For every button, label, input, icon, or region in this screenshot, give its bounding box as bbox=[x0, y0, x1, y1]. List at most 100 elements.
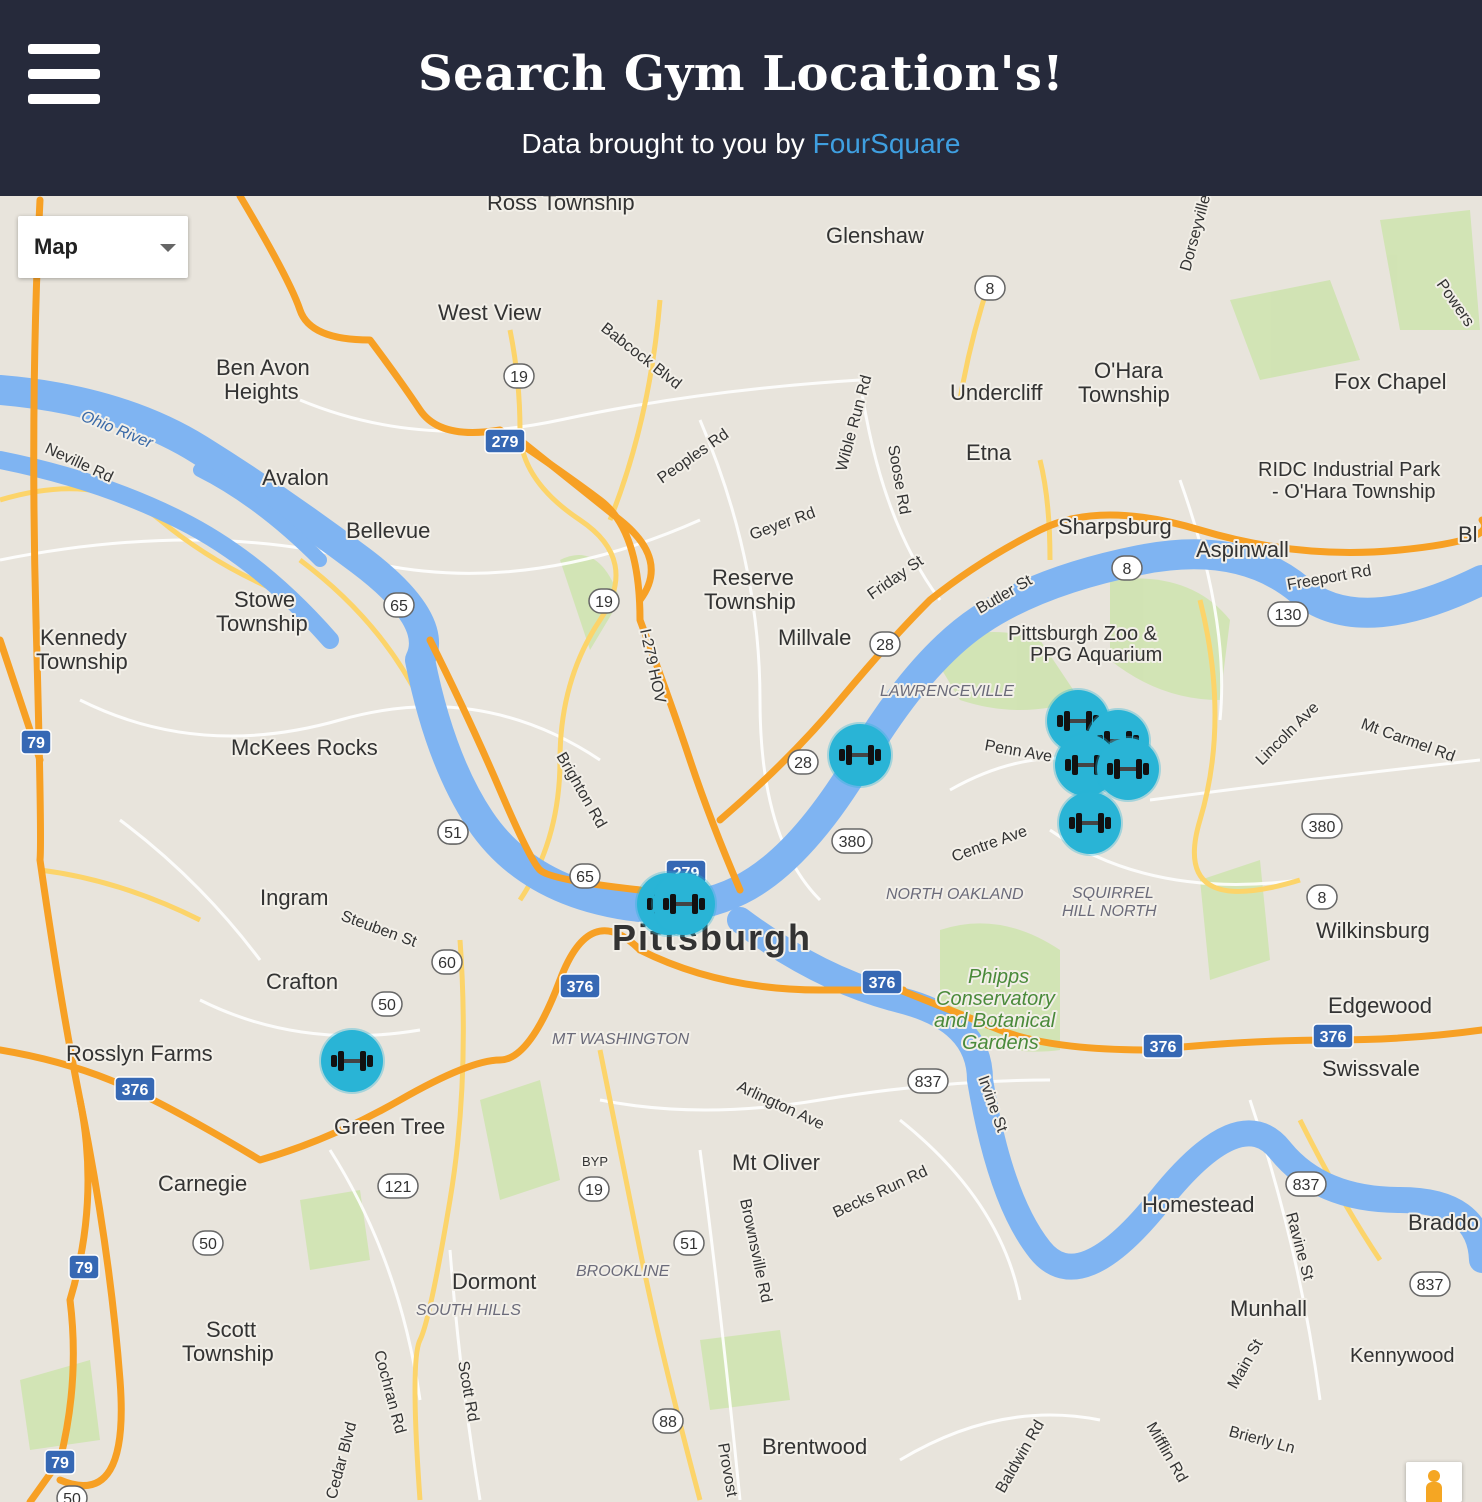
pegman-icon[interactable] bbox=[1406, 1462, 1462, 1502]
route-shield: 19 bbox=[578, 1176, 610, 1202]
map-label: SOUTH HILLS bbox=[416, 1302, 521, 1319]
map-label: Pittsburgh Zoo & bbox=[1008, 623, 1158, 645]
map-label: Munhall bbox=[1230, 1296, 1307, 1321]
street-label: Brierly Ln bbox=[1227, 1423, 1297, 1457]
map-label: Wilkinsburg bbox=[1316, 918, 1430, 943]
map-label: Ross Township bbox=[487, 196, 635, 215]
street-label: Cochran Rd bbox=[370, 1349, 409, 1436]
map-label: Township bbox=[216, 611, 308, 636]
map-label: Conservatory bbox=[936, 988, 1056, 1010]
map-label: Crafton bbox=[266, 969, 338, 994]
route-shield: 19 bbox=[503, 363, 535, 389]
route-shield: 51 bbox=[673, 1230, 705, 1256]
map-label: Bl bbox=[1458, 522, 1478, 547]
map-label: Edgewood bbox=[1328, 993, 1432, 1018]
route-shield: 8 bbox=[974, 275, 1006, 301]
map-label: LAWRENCEVILLE bbox=[880, 683, 1014, 700]
map-label: HILL NORTH bbox=[1062, 903, 1157, 920]
street-label: Scott Rd bbox=[454, 1360, 481, 1423]
street-label: Geyer Rd bbox=[748, 504, 818, 543]
map-label: Green Tree bbox=[334, 1114, 445, 1139]
map-label: Homestead bbox=[1142, 1192, 1255, 1217]
map-label: Sharpsburg bbox=[1058, 514, 1172, 539]
street-label: Friday St bbox=[865, 552, 928, 603]
map-type-dropdown[interactable]: Map bbox=[18, 216, 188, 278]
map-label: NORTH OAKLAND bbox=[886, 886, 1024, 903]
street-label: Wible Run Rd bbox=[833, 373, 875, 473]
route-shield-label: 79 bbox=[75, 1260, 93, 1277]
foursquare-link[interactable]: FourSquare bbox=[813, 128, 961, 159]
gym-marker[interactable] bbox=[1097, 738, 1159, 800]
route-shield: 50 bbox=[56, 1485, 88, 1502]
route-shield-label: 51 bbox=[444, 825, 462, 842]
street-label: Steuben St bbox=[339, 908, 420, 951]
street-label: Mifflin Rd bbox=[1143, 1420, 1191, 1486]
route-shield-label: 19 bbox=[595, 594, 613, 611]
route-shield-label: 837 bbox=[1417, 1277, 1444, 1294]
route-shield-label: 19 bbox=[585, 1182, 603, 1199]
dumbbell-icon bbox=[839, 745, 881, 765]
dumbbell-icon bbox=[1107, 759, 1149, 779]
map-label: SQUIRREL bbox=[1072, 885, 1154, 902]
map-label: Undercliff bbox=[950, 380, 1043, 405]
street-label: Main St bbox=[1225, 1336, 1267, 1392]
map-label: Brentwood bbox=[762, 1434, 867, 1459]
route-shield: 50 bbox=[192, 1230, 224, 1256]
route-shield-label: 50 bbox=[378, 997, 396, 1014]
route-shield-label: 8 bbox=[1123, 561, 1132, 578]
route-shield: 837 bbox=[907, 1068, 949, 1094]
route-shield-label: 19 bbox=[510, 369, 528, 386]
map-label: Carnegie bbox=[158, 1171, 247, 1196]
route-shield: 376 bbox=[559, 973, 601, 999]
route-shield-label: 279 bbox=[492, 434, 519, 451]
map-label: Dormont bbox=[452, 1269, 536, 1294]
route-shield-label: 121 bbox=[385, 1179, 412, 1196]
map-label: Ingram bbox=[260, 885, 328, 910]
map-label: - O'Hara Township bbox=[1272, 481, 1436, 503]
map-label: O'Hara bbox=[1094, 358, 1164, 383]
route-shield-label: 28 bbox=[794, 755, 812, 772]
route-shield-label: 376 bbox=[869, 975, 896, 992]
route-shield-label: 88 bbox=[659, 1414, 677, 1431]
gym-marker[interactable] bbox=[321, 1030, 383, 1092]
map-label: Etna bbox=[966, 440, 1012, 465]
route-shield: 837 bbox=[1285, 1171, 1327, 1197]
route-shield: 380 bbox=[1301, 813, 1343, 839]
gym-marker[interactable] bbox=[653, 873, 715, 935]
gym-marker[interactable] bbox=[1059, 792, 1121, 854]
map-type-label: Map bbox=[34, 234, 78, 259]
map-label: Swissvale bbox=[1322, 1056, 1420, 1081]
street-label: Cedar Blvd bbox=[323, 1420, 360, 1501]
route-shield-label: 8 bbox=[986, 281, 995, 298]
street-label: I-279 HOV bbox=[636, 627, 668, 705]
map-label: MT WASHINGTON bbox=[552, 1031, 690, 1048]
street-label: Ravine St bbox=[1282, 1211, 1317, 1283]
street-label: Peoples Rd bbox=[655, 426, 733, 487]
route-shield: 51 bbox=[437, 819, 469, 845]
street-label: Freeport Rd bbox=[1286, 562, 1373, 594]
street-label: Babcock Blvd bbox=[598, 320, 685, 393]
route-shield: 376 bbox=[114, 1076, 156, 1102]
chevron-down-icon bbox=[160, 244, 176, 252]
route-shield: 65 bbox=[383, 592, 415, 618]
map-label: Kennywood bbox=[1350, 1345, 1455, 1367]
street-label: Brownsville Rd bbox=[736, 1197, 775, 1304]
map-label: Kennedy bbox=[40, 625, 127, 650]
map-canvas[interactable]: Ross Township Glenshaw West View Ben Avo… bbox=[0, 196, 1482, 1502]
route-shield-label: 79 bbox=[51, 1455, 69, 1472]
route-shield-label: 380 bbox=[839, 834, 866, 851]
route-shield-label: 376 bbox=[1320, 1029, 1347, 1046]
dumbbell-icon bbox=[331, 1051, 373, 1071]
route-shield: 130 bbox=[1267, 601, 1309, 627]
gym-marker[interactable] bbox=[829, 724, 891, 786]
route-shield-label: 130 bbox=[1275, 607, 1302, 624]
map-label: Township bbox=[182, 1341, 274, 1366]
map-label: Aspinwall bbox=[1196, 537, 1289, 562]
route-shield-label: 60 bbox=[438, 955, 456, 972]
map-label: Rosslyn Farms bbox=[66, 1041, 213, 1066]
street-label: BYP bbox=[582, 1154, 608, 1169]
map-label: Phipps bbox=[968, 966, 1029, 988]
street-label: Baldwin Rd bbox=[993, 1417, 1048, 1496]
street-label: Centre Ave bbox=[950, 823, 1030, 866]
map-label: Township bbox=[704, 589, 796, 614]
